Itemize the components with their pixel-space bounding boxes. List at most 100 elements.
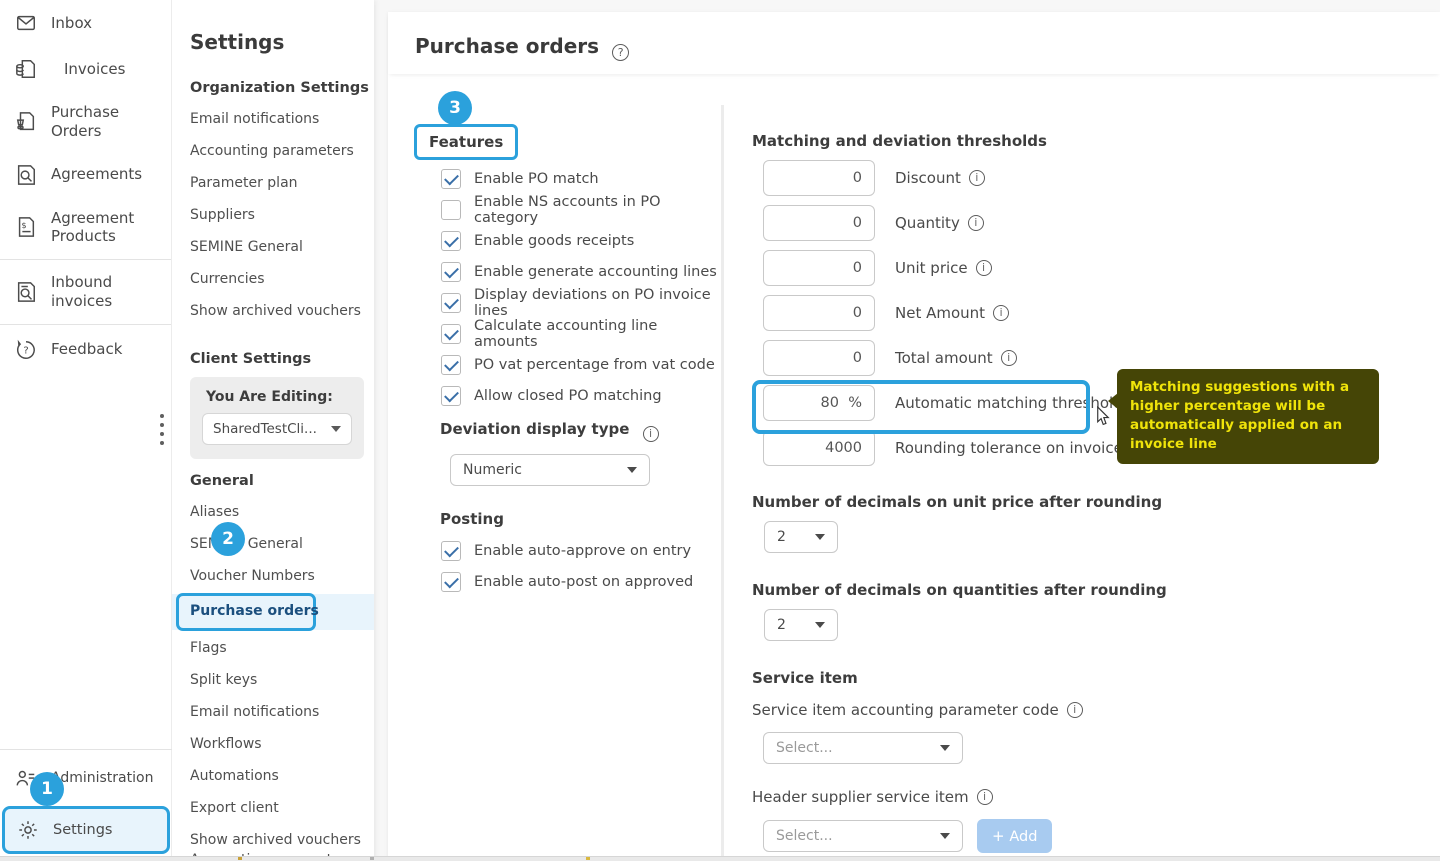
svg-text:?: ?	[23, 345, 28, 356]
sidebar-divider	[0, 324, 171, 325]
checkbox-calculate-accounting-line-amounts[interactable]	[441, 324, 461, 344]
header-supplier-row: Select... Add	[752, 806, 1432, 853]
chevron-down-icon	[940, 833, 950, 839]
sidebar-item-settings[interactable]: Settings	[5, 809, 167, 851]
nav-item-suppliers[interactable]: Suppliers	[190, 199, 374, 231]
sidebar-item-inbox[interactable]: Inbox	[0, 0, 171, 46]
nav-item-aliases[interactable]: Aliases	[190, 496, 374, 528]
purchase-orders-icon	[14, 110, 38, 134]
nav-item-semine-general-org[interactable]: SEMINE General	[190, 231, 374, 263]
help-icon[interactable]	[612, 44, 629, 61]
info-icon[interactable]	[643, 426, 659, 442]
checkbox-label: Enable generate accounting lines	[474, 264, 717, 280]
nav-item-currencies[interactable]: Currencies	[190, 263, 374, 295]
checkbox-row: Enable goods receipts	[441, 230, 719, 251]
page-header: Purchase orders	[388, 12, 1440, 74]
add-button[interactable]: Add	[977, 819, 1052, 853]
sidebar-divider	[0, 749, 172, 750]
thresholds-heading: Matching and deviation thresholds	[752, 132, 1432, 150]
rounding-tolerance-input[interactable]	[763, 430, 875, 466]
screen-edge-strip	[0, 856, 1440, 861]
service-item-param-code-dropdown[interactable]: Select...	[763, 732, 963, 764]
net-amount-input[interactable]	[763, 295, 875, 331]
threshold-label-text: Rounding tolerance on invoice	[895, 439, 1123, 457]
decimals-unit-price-dropdown[interactable]: 2	[764, 521, 838, 553]
info-icon[interactable]	[976, 260, 992, 276]
sidebar-divider	[0, 259, 171, 260]
threshold-row-net-amount: Net Amount	[763, 295, 1432, 331]
sidebar-item-administration[interactable]: Administration	[0, 756, 172, 802]
checkbox-label: Allow closed PO matching	[474, 388, 662, 404]
threshold-label-text: Unit price	[895, 259, 968, 277]
nav-item-accounting-parameters-org[interactable]: Accounting parameters	[190, 135, 374, 167]
checkbox-row: Enable PO match	[441, 168, 719, 189]
threshold-row-discount: Discount	[763, 160, 1432, 196]
info-icon[interactable]	[969, 170, 985, 186]
thresholds-section: Matching and deviation thresholds Discou…	[752, 132, 1432, 853]
features-highlight-box: Features	[414, 124, 518, 160]
dropdown-placeholder: Select...	[776, 740, 833, 756]
checkbox-enable-goods-receipts[interactable]	[441, 231, 461, 251]
checkbox-display-deviations[interactable]	[441, 293, 461, 313]
sidebar-item-label: Feedback	[51, 340, 122, 359]
nav-item-show-archived-vouchers-org[interactable]: Show archived vouchers	[190, 295, 374, 327]
sidebar-item-label: Administration	[51, 770, 153, 788]
unit-price-input[interactable]	[763, 250, 875, 286]
checkbox-enable-ns-accounts[interactable]	[441, 200, 461, 220]
threshold-row-unit-price: Unit price	[763, 250, 1432, 286]
nav-item-workflows[interactable]: Workflows	[190, 728, 374, 760]
sidebar-item-inbound-invoices[interactable]: Inbound invoices	[0, 262, 171, 322]
checkbox-row: Display deviations on PO invoice lines	[441, 292, 719, 313]
deviation-display-type-dropdown[interactable]: Numeric	[450, 454, 650, 486]
agreements-icon	[14, 163, 38, 187]
sidebar-item-feedback[interactable]: ? Feedback	[0, 327, 171, 373]
nav-item-voucher-numbers[interactable]: Voucher Numbers	[190, 560, 374, 592]
sidebar-item-agreement-products[interactable]: $ Agreement Products	[0, 198, 171, 258]
sidebar-item-label: Purchase Orders	[51, 103, 161, 141]
decimals-quantities-dropdown[interactable]: 2	[764, 609, 838, 641]
info-icon[interactable]	[1001, 350, 1017, 366]
checkbox-row: Enable NS accounts in PO category	[441, 199, 719, 220]
info-icon[interactable]	[977, 789, 993, 805]
nav-item-email-notifications-client[interactable]: Email notifications	[190, 696, 374, 728]
checkbox-po-vat-percentage[interactable]	[441, 355, 461, 375]
sidebar-item-label: Inbound invoices	[51, 273, 161, 311]
panel-drag-handle-icon[interactable]	[160, 414, 164, 445]
checkbox-enable-auto-post[interactable]	[441, 572, 461, 592]
editing-label: You Are Editing:	[202, 389, 352, 405]
checkbox-enable-auto-approve[interactable]	[441, 541, 461, 561]
nav-item-parameter-plan[interactable]: Parameter plan	[190, 167, 374, 199]
nav-item-export-client[interactable]: Export client	[190, 792, 374, 824]
nav-item-purchase-orders-selected[interactable]: Purchase orders	[190, 594, 374, 630]
checkbox-enable-generate-accounting-lines[interactable]	[441, 262, 461, 282]
checkbox-enable-po-match[interactable]	[441, 169, 461, 189]
checkbox-label: Enable auto-post on approved	[474, 574, 693, 590]
info-icon[interactable]	[968, 215, 984, 231]
automatic-matching-threshold-input[interactable]	[763, 385, 875, 421]
sidebar-item-invoices[interactable]: Invoices	[0, 46, 171, 92]
sidebar-item-purchase-orders[interactable]: Purchase Orders	[0, 92, 171, 152]
sidebar-item-label: Inbox	[51, 14, 92, 33]
threshold-label-text: Discount	[895, 169, 961, 187]
checkbox-row: PO vat percentage from vat code	[441, 354, 719, 375]
client-select-dropdown[interactable]: SharedTestCli...	[202, 413, 352, 445]
svg-text:$: $	[21, 220, 26, 230]
nav-item-flags[interactable]: Flags	[190, 632, 374, 664]
label-text: Header supplier service item	[752, 788, 969, 806]
service-item-param-code-label: Service item accounting parameter code	[752, 701, 1432, 719]
discount-input[interactable]	[763, 160, 875, 196]
quantity-input[interactable]	[763, 205, 875, 241]
agreement-products-icon: $	[14, 215, 38, 239]
checkbox-row: Allow closed PO matching	[441, 385, 719, 406]
label-text: Service item accounting parameter code	[752, 701, 1059, 719]
nav-item-email-notifications-org[interactable]: Email notifications	[190, 103, 374, 135]
sidebar-item-agreements[interactable]: Agreements	[0, 152, 171, 198]
checkbox-allow-closed-po-matching[interactable]	[441, 386, 461, 406]
info-icon[interactable]	[993, 305, 1009, 321]
total-amount-input[interactable]	[763, 340, 875, 376]
nav-item-automations[interactable]: Automations	[190, 760, 374, 792]
info-icon[interactable]	[1067, 702, 1083, 718]
nav-item-split-keys[interactable]: Split keys	[190, 664, 374, 696]
checkbox-label: Enable PO match	[474, 171, 599, 187]
header-supplier-dropdown[interactable]: Select...	[763, 820, 963, 852]
